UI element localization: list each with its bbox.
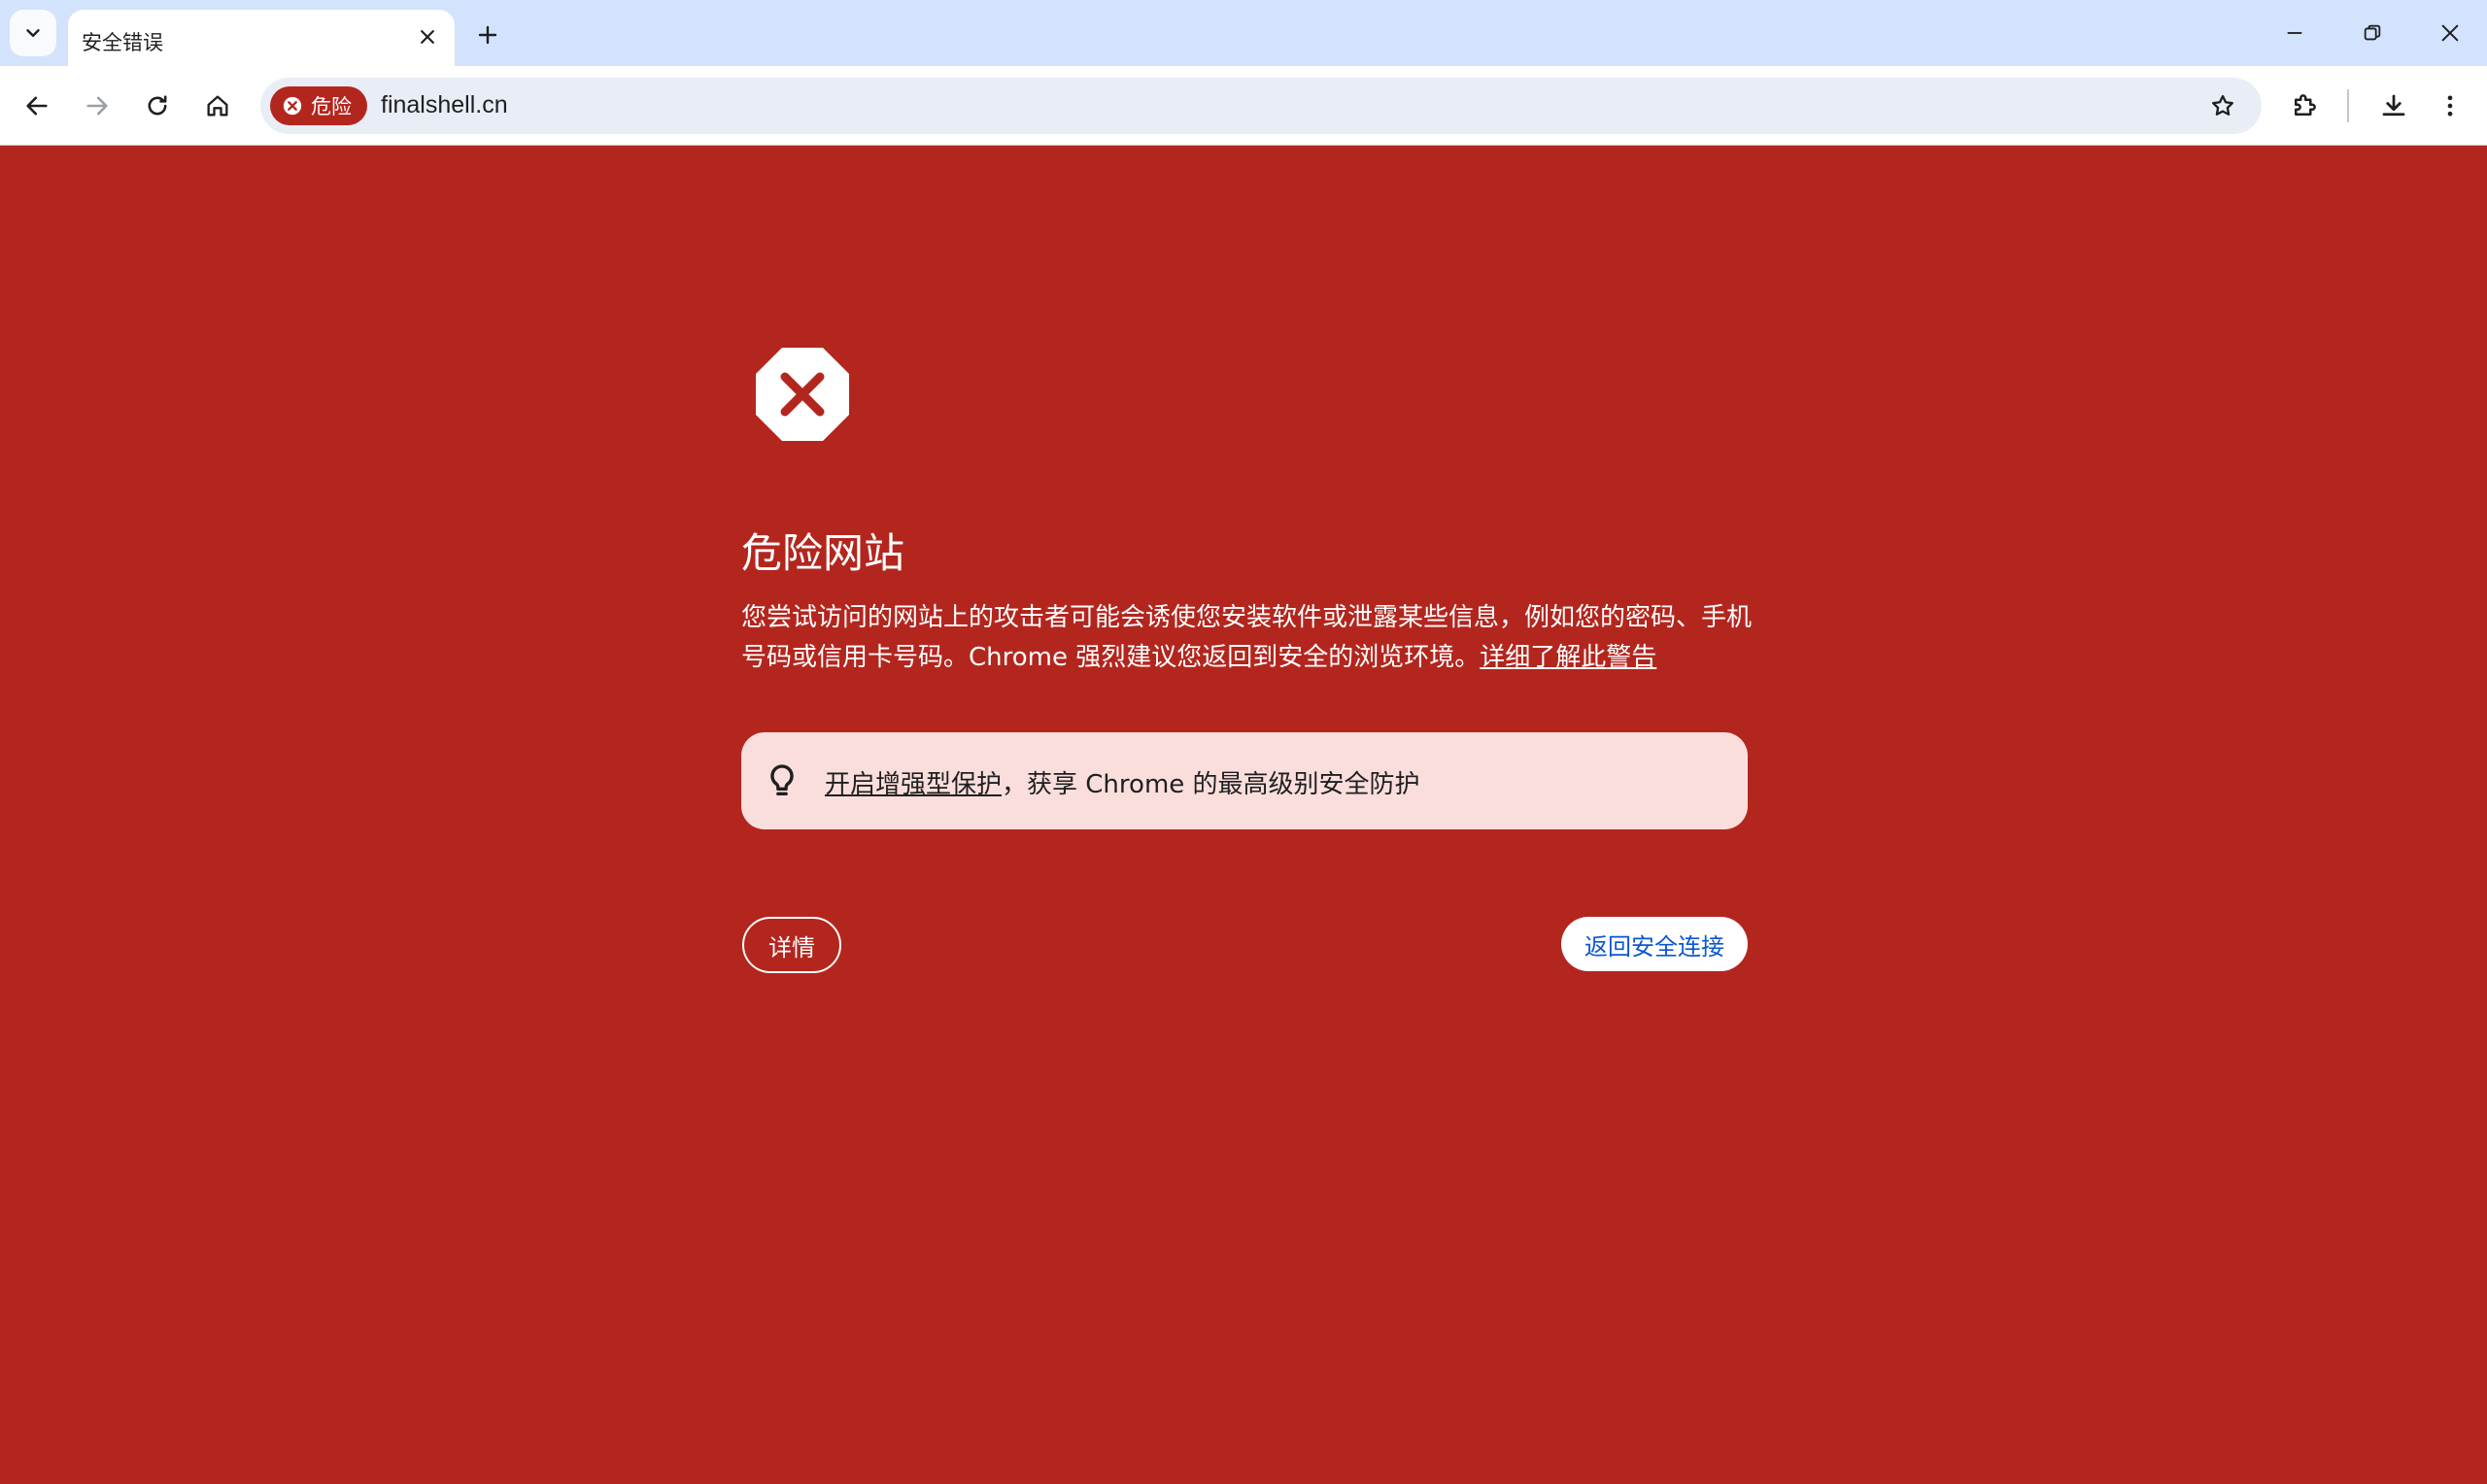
restore-button[interactable] <box>2341 8 2403 58</box>
chevron-down-icon <box>26 29 40 37</box>
security-chip[interactable]: 危险 <box>270 86 367 125</box>
learn-more-link[interactable]: 详细了解此警告 <box>1480 643 1656 672</box>
back-button[interactable] <box>14 83 60 129</box>
security-chip-label: 危险 <box>311 95 352 118</box>
arrow-right-icon <box>86 96 108 116</box>
puzzle-icon <box>2295 94 2316 116</box>
address-bar[interactable]: 危险 finalshell.cn <box>260 78 2262 134</box>
active-tab[interactable]: 安全错误 <box>68 10 455 66</box>
reload-icon <box>148 95 167 116</box>
lightbulb-icon <box>770 764 794 795</box>
page-title: 危险网站 <box>741 529 905 577</box>
stop-sign-icon <box>756 348 849 441</box>
downloads-button[interactable] <box>2370 83 2417 129</box>
tab-close-button[interactable] <box>408 17 447 56</box>
extensions-button[interactable] <box>2281 83 2328 129</box>
tab-title: 安全错误 <box>82 31 163 54</box>
close-window-button[interactable] <box>2419 8 2481 58</box>
back-to-safety-button[interactable]: 返回安全连接 <box>1561 917 1748 971</box>
new-tab-button[interactable] <box>466 14 509 56</box>
menu-button[interactable] <box>2427 83 2473 129</box>
reload-button[interactable] <box>134 83 181 129</box>
close-icon <box>421 30 434 44</box>
arrow-left-icon <box>26 96 48 116</box>
details-button[interactable]: 详情 <box>742 917 841 973</box>
star-icon <box>2212 94 2233 116</box>
download-icon <box>2382 94 2405 117</box>
plus-icon <box>478 25 497 45</box>
restore-icon <box>2364 24 2381 41</box>
bookmark-button[interactable] <box>2199 83 2246 129</box>
interstitial-page: 危险网站 您尝试访问的网站上的攻击者可能会诱使您安装软件或泄露某些信息，例如您的… <box>0 146 2487 1484</box>
tab-search-button[interactable] <box>10 10 56 56</box>
enable-enhanced-protection-link[interactable]: 开启增强型保护 <box>825 770 1002 799</box>
url-text[interactable]: finalshell.cn <box>381 91 508 119</box>
more-vert-icon <box>2447 95 2453 117</box>
danger-icon <box>283 96 302 116</box>
page-description: 您尝试访问的网站上的攻击者可能会诱使您安装软件或泄露某些信息，例如您的密码、手机… <box>741 598 1752 678</box>
callout-text: 开启增强型保护，获享 Chrome 的最高级别安全防护 <box>825 764 1420 800</box>
enhanced-protection-callout: 开启增强型保护，获享 Chrome 的最高级别安全防护 <box>741 732 1748 829</box>
close-icon <box>2441 24 2459 42</box>
callout-suffix: ，获享 Chrome 的最高级别安全防护 <box>1002 770 1420 799</box>
minimize-icon <box>2287 32 2302 34</box>
home-button[interactable] <box>194 83 241 129</box>
forward-button[interactable] <box>74 83 120 129</box>
home-icon <box>207 95 228 117</box>
title-bar: 安全错误 <box>0 0 2487 66</box>
toolbar-divider <box>2347 89 2349 122</box>
minimize-button[interactable] <box>2264 8 2326 58</box>
browser-toolbar: 危险 finalshell.cn <box>0 66 2487 146</box>
